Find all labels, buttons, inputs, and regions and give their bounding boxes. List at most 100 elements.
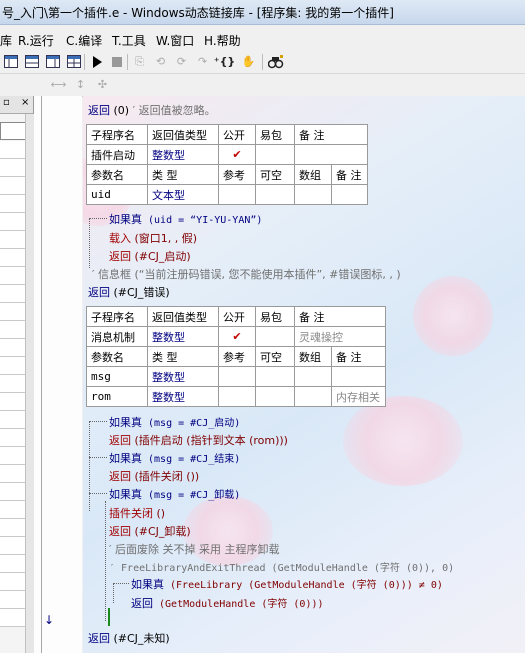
table-cell[interactable] xyxy=(294,184,332,205)
menu-run[interactable]: R.运行 xyxy=(18,32,54,49)
code-comment[interactable]: ′ 后面废除 关不掉 采用 主程序卸载 xyxy=(109,541,279,557)
menu-compile[interactable]: C.编译 xyxy=(66,32,102,49)
table-cell[interactable]: 整数型 xyxy=(147,144,219,165)
table-cell[interactable] xyxy=(218,386,256,407)
list-item[interactable] xyxy=(0,375,25,393)
table-cell[interactable]: 内存相关 xyxy=(331,386,386,407)
left-panel-scrollbar[interactable] xyxy=(25,114,34,653)
list-item[interactable] xyxy=(0,555,25,573)
step-out-icon[interactable]: ⟳ xyxy=(173,53,190,70)
table-row[interactable]: msg 整数型 xyxy=(86,366,386,387)
list-item[interactable] xyxy=(0,465,25,483)
code-line[interactable]: 返回 (#CJ_错误) xyxy=(88,284,170,300)
table-cell[interactable] xyxy=(218,184,256,205)
menu-tools[interactable]: T.工具 xyxy=(112,32,146,49)
code-line[interactable]: 返回 (插件关闭 ()) xyxy=(109,468,199,484)
code-line[interactable]: 返回 (GetModuleHandle (字符 (0))) xyxy=(131,595,324,611)
list-item[interactable] xyxy=(0,483,25,501)
code-editor[interactable]: 返回 (0) ′ 返回值被忽略。 子程序名 返回值类型 公开 易包 备 注 插件… xyxy=(83,96,525,653)
code-line[interactable]: 如果真 (msg = #CJ_启动) xyxy=(109,414,240,430)
table-cell[interactable]: 整数型 xyxy=(147,366,219,387)
list-item[interactable] xyxy=(0,537,25,555)
list-item[interactable] xyxy=(0,501,25,519)
list-item[interactable] xyxy=(0,195,25,213)
list-item[interactable] xyxy=(0,393,25,411)
list-item[interactable] xyxy=(0,159,25,177)
code-line[interactable]: 返回 (插件启动 (指针到文本 (rom))) xyxy=(109,432,288,448)
check-icon[interactable]: ✔ xyxy=(218,144,256,165)
table-cell[interactable] xyxy=(255,326,295,347)
list-item[interactable] xyxy=(0,249,25,267)
table-cell[interactable]: 灵魂操控 xyxy=(294,326,386,347)
table-cell[interactable]: 整数型 xyxy=(147,326,219,347)
table-cell[interactable]: uid xyxy=(86,184,148,205)
code-line[interactable]: 插件关闭 () xyxy=(109,505,165,521)
list-item[interactable] xyxy=(0,573,25,591)
left-panel-selector[interactable] xyxy=(0,122,27,140)
table-row[interactable]: uid 文本型 xyxy=(86,184,368,205)
table-cell[interactable] xyxy=(294,366,332,387)
list-item[interactable] xyxy=(0,285,25,303)
find-icon[interactable] xyxy=(267,53,284,70)
run-icon[interactable] xyxy=(88,53,105,70)
list-item[interactable] xyxy=(0,177,25,195)
pin-icon[interactable]: ▫ xyxy=(3,97,10,108)
list-item[interactable] xyxy=(0,357,25,375)
table-cell[interactable] xyxy=(331,366,386,387)
code-line[interactable]: 载入 (窗口1, , 假) xyxy=(109,230,197,246)
check-icon[interactable]: ✔ xyxy=(218,326,256,347)
list-item[interactable] xyxy=(0,267,25,285)
hand-icon[interactable]: ✋ xyxy=(240,53,257,70)
list-item[interactable] xyxy=(0,519,25,537)
list-item[interactable] xyxy=(0,339,25,357)
code-comment[interactable]: ′ FreeLibraryAndExitThread (GetModuleHan… xyxy=(109,559,454,574)
list-item[interactable] xyxy=(0,231,25,249)
menu-window[interactable]: W.窗口 xyxy=(156,32,194,49)
resize-h-icon[interactable]: ⟷ xyxy=(50,76,67,93)
table-cell[interactable]: 文本型 xyxy=(147,184,219,205)
stop-icon[interactable] xyxy=(108,53,125,70)
menu-library[interactable]: 库 xyxy=(0,32,12,49)
step-icon[interactable]: ⎘ xyxy=(131,53,148,70)
list-item[interactable] xyxy=(0,447,25,465)
table-cell[interactable]: 整数型 xyxy=(147,386,219,407)
table-cell[interactable]: msg xyxy=(86,366,148,387)
table-cell[interactable] xyxy=(255,144,295,165)
table-cell[interactable] xyxy=(255,366,295,387)
table-row[interactable]: rom 整数型 内存相关 xyxy=(86,386,386,407)
layout3-icon[interactable] xyxy=(44,53,61,70)
table-cell[interactable]: 插件启动 xyxy=(86,144,148,165)
list-item[interactable] xyxy=(0,411,25,429)
list-item[interactable] xyxy=(0,591,25,609)
code-line[interactable]: 如果真 (msg = #CJ_卸载) xyxy=(109,486,240,502)
code-line[interactable]: 如果真 (FreeLibrary (GetModuleHandle (字符 (0… xyxy=(131,576,443,592)
code-line[interactable]: 返回 (0) ′ 返回值被忽略。 xyxy=(88,102,216,118)
menu-help[interactable]: H.帮助 xyxy=(204,32,241,49)
code-line[interactable]: 返回 (#CJ_未知) xyxy=(88,630,170,646)
code-line[interactable]: 返回 (#CJ_启动) xyxy=(109,248,191,264)
layout4-icon[interactable] xyxy=(65,53,82,70)
layout2-icon[interactable] xyxy=(23,53,40,70)
list-item[interactable] xyxy=(0,213,25,231)
resize-v-icon[interactable]: ↕ xyxy=(72,76,89,93)
table-cell[interactable] xyxy=(294,386,332,407)
layout-icon[interactable] xyxy=(2,53,19,70)
step-over-icon[interactable]: ↷ xyxy=(194,53,211,70)
code-line[interactable]: 返回 (#CJ_卸载) xyxy=(109,523,191,539)
list-item[interactable] xyxy=(0,303,25,321)
table-cell[interactable] xyxy=(294,144,368,165)
code-line[interactable]: 如果真 (msg = #CJ_结束) xyxy=(109,450,240,466)
step-into-icon[interactable]: ⟲ xyxy=(152,53,169,70)
list-item[interactable] xyxy=(0,609,25,627)
table-row[interactable]: 插件启动 整数型 ✔ xyxy=(86,144,368,165)
list-item[interactable] xyxy=(0,141,25,159)
table-row[interactable]: 消息机制 整数型 ✔ 灵魂操控 xyxy=(86,326,386,347)
table-cell[interactable] xyxy=(218,366,256,387)
list-item[interactable] xyxy=(0,321,25,339)
code-comment[interactable]: ′ 信息框 (“当前注册码错误, 您不能使用本插件”, #错误图标, , ) xyxy=(92,266,401,282)
grid-icon[interactable]: ✣ xyxy=(94,76,111,93)
table-cell[interactable]: 消息机制 xyxy=(86,326,148,347)
table-cell[interactable] xyxy=(255,184,295,205)
code-line[interactable]: 如果真 (uid = “YI-YU-YAN”) xyxy=(109,211,262,227)
table-cell[interactable]: rom xyxy=(86,386,148,407)
